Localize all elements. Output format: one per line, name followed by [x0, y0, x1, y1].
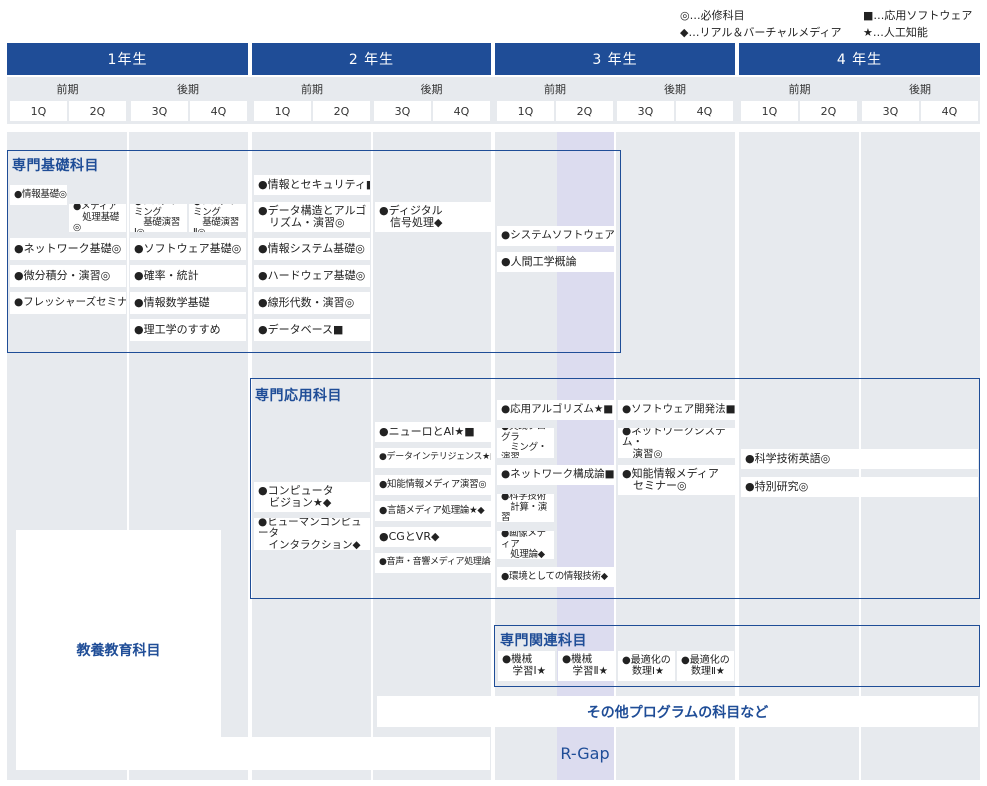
legend-ai: ★…人工知能 — [863, 26, 928, 39]
half-label: 前期 — [301, 83, 323, 96]
basic-section-title: 専門基礎科目 — [12, 158, 99, 174]
course-item[interactable]: ●情報システム基礎◎ — [254, 238, 370, 260]
quarter-label: 2Q — [800, 101, 857, 121]
course-item[interactable]: ●プログラミング 基礎演習Ⅱ◎ — [189, 204, 246, 232]
year-3-header: 3 年生 — [495, 43, 735, 75]
other-programs-bar: その他プログラムの科目など — [377, 696, 978, 727]
legend-real-virtual: ◆…リアル＆バーチャルメディア — [680, 26, 842, 39]
quarter-label: 2Q — [556, 101, 613, 121]
half-label: 前期 — [544, 83, 566, 96]
quarter-label: 3Q — [131, 101, 188, 121]
course-item[interactable]: ●確率・統計 — [130, 265, 246, 287]
course-item[interactable]: ●理工学のすすめ — [130, 319, 246, 341]
course-item[interactable]: ●ネットワーク構成論■ — [497, 465, 614, 485]
course-item[interactable]: ●CGとVR◆ — [375, 527, 491, 547]
half-label: 後期 — [177, 83, 199, 96]
related-section-title: 専門関連科目 — [500, 633, 587, 649]
course-item[interactable]: ●ディジタル 信号処理◆ — [375, 202, 491, 232]
course-item[interactable]: ●人間工学概論 — [497, 252, 614, 272]
course-item[interactable]: ●情報とセキュリティ■ — [254, 175, 370, 195]
half-label: 後期 — [420, 83, 443, 96]
course-item[interactable]: ●応用アルゴリズム★■ — [497, 400, 614, 420]
liberal-arts-title: 教養教育科目 — [76, 643, 161, 659]
course-item[interactable]: ●ソフトウェア開発法■ — [618, 400, 735, 420]
quarter-label: 4Q — [433, 101, 490, 121]
rgap-label: R-Gap — [560, 743, 610, 763]
course-item[interactable]: ●知能情報メディア演習◎ — [375, 475, 491, 495]
course-item[interactable]: ●最適化の 数理Ⅱ★ — [677, 651, 734, 681]
course-item[interactable]: ●メディア 処理基礎◎ — [69, 204, 126, 232]
course-item[interactable]: ●情報基礎◎ — [10, 185, 67, 205]
half-label: 前期 — [56, 83, 79, 96]
course-item[interactable]: ●科学技術英語◎ — [741, 449, 978, 469]
course-item[interactable]: ●特別研究◎ — [741, 477, 978, 497]
course-item[interactable]: ●微分積分・演習◎ — [10, 265, 126, 287]
course-item[interactable]: ●フレッシャーズセミナー — [10, 292, 126, 314]
course-item[interactable]: ●最適化の 数理Ⅰ★ — [618, 651, 675, 681]
course-item[interactable]: ●ネットワーク基礎◎ — [10, 238, 126, 260]
quarter-label: 2Q — [313, 101, 370, 121]
course-item[interactable]: ●機械 学習Ⅰ★ — [498, 651, 555, 681]
course-item[interactable]: ●知能情報メディア セミナー◎ — [618, 465, 735, 495]
course-item[interactable]: ●ニューロとAI★■ — [375, 422, 491, 442]
half-label: 前期 — [788, 83, 811, 96]
course-item[interactable]: ●環境としての情報技術◆ — [497, 567, 614, 587]
course-item[interactable]: ●線形代数・演習◎ — [254, 292, 370, 314]
course-item[interactable]: ●データインテリジェンス★■ — [375, 448, 491, 468]
half-label: 後期 — [909, 83, 931, 96]
year-4-header: 4 年生 — [739, 43, 980, 75]
legend-required: ◎…必修科目 — [680, 9, 745, 22]
course-item[interactable]: ●科学技術 計算・演習 — [497, 494, 554, 522]
course-item[interactable]: ●言語メディア処理論★◆ — [375, 501, 491, 521]
year-2-header: 2 年生 — [252, 43, 491, 75]
quarter-label: 1Q — [10, 101, 67, 121]
quarter-label: 4Q — [190, 101, 247, 121]
quarter-label: 3Q — [862, 101, 919, 121]
quarter-label: 4Q — [921, 101, 978, 121]
quarter-label: 2Q — [69, 101, 126, 121]
quarter-label: 1Q — [254, 101, 311, 121]
course-item[interactable]: ●ハードウェア基礎◎ — [254, 265, 370, 287]
course-item[interactable]: ●コンピュータ ビジョン★◆ — [254, 482, 370, 512]
applied-section-title: 専門応用科目 — [255, 388, 342, 404]
course-item[interactable]: ●情報数学基礎 — [130, 292, 246, 314]
course-item[interactable]: ●音声・音響メディア処理論◆ — [375, 553, 491, 573]
course-item[interactable]: ●画像メディア 処理論◆ — [497, 531, 554, 559]
half-label: 後期 — [664, 83, 686, 96]
quarter-label: 4Q — [676, 101, 733, 121]
course-item[interactable]: ●プログラミング 基礎演習Ⅰ◎ — [130, 204, 187, 232]
quarter-label: 3Q — [617, 101, 674, 121]
quarter-label: 3Q — [374, 101, 431, 121]
course-item[interactable]: ●実践プログラ ミング・演習 — [497, 428, 554, 458]
course-item[interactable]: ●システムソフトウェア■ — [497, 226, 614, 246]
year-1-header: 1年生 — [7, 43, 248, 75]
course-item[interactable]: ●ネットワークシステム・ 演習◎ — [618, 428, 735, 458]
course-item[interactable]: ●データベース■ — [254, 319, 370, 341]
course-item[interactable]: ●ソフトウェア基礎◎ — [130, 238, 246, 260]
course-item[interactable]: ●ヒューマンコンピュータ インタラクション◆ — [254, 518, 370, 550]
course-item[interactable]: ●データ構造とアルゴ リズム・演習◎ — [254, 202, 370, 232]
legend-applied-software: ■…応用ソフトウェア — [863, 9, 973, 22]
quarter-label: 1Q — [497, 101, 554, 121]
course-item[interactable]: ●機械 学習Ⅱ★ — [558, 651, 615, 681]
quarter-label: 1Q — [741, 101, 798, 121]
liberal-arts-region-bottom — [16, 737, 490, 770]
